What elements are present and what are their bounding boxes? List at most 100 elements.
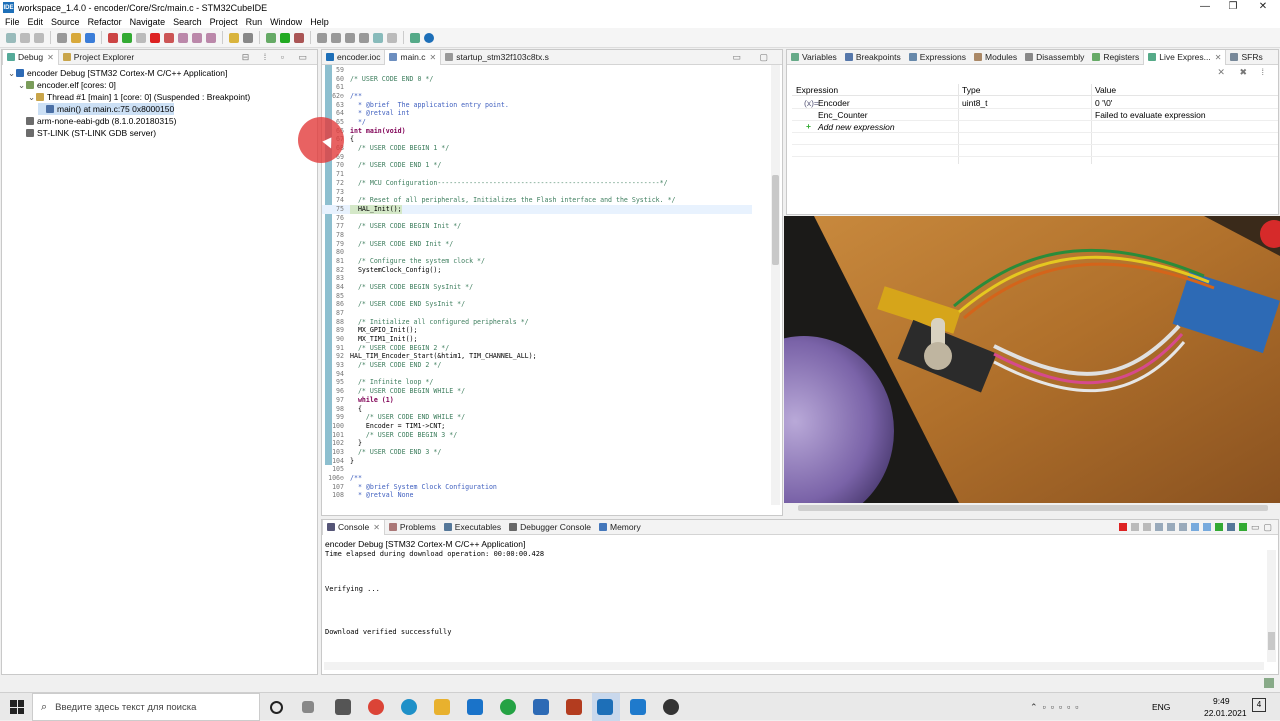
menu-search[interactable]: Search xyxy=(173,17,202,27)
word-wrap-icon[interactable] xyxy=(1178,523,1187,531)
code-line[interactable]: 64 * @retval int xyxy=(322,109,752,118)
tree-item[interactable]: ⌄ encoder.elf [cores: 0] xyxy=(18,79,116,91)
table-row[interactable]: Enc_Counter Failed to evaluate expressio… xyxy=(792,109,1278,121)
whatsapp-icon[interactable] xyxy=(500,699,516,715)
code-line[interactable]: 107 * @brief System Clock Configuration xyxy=(322,483,752,492)
close-button[interactable]: ✕ xyxy=(1248,0,1278,15)
new-icon[interactable] xyxy=(6,32,16,43)
tab-memory[interactable]: Memory xyxy=(595,520,645,535)
column-expression[interactable]: Expression xyxy=(796,85,838,95)
code-line[interactable]: 105 xyxy=(322,465,752,474)
code-line[interactable]: 94 xyxy=(322,370,752,379)
code-line[interactable]: 99 /* USER CODE END WHILE */ xyxy=(322,413,752,422)
tab-variables[interactable]: Variables xyxy=(787,50,841,65)
menu-source[interactable]: Source xyxy=(51,17,80,27)
forward-icon[interactable] xyxy=(387,32,397,43)
step-over-icon[interactable] xyxy=(192,32,202,43)
code-line[interactable]: 59 xyxy=(322,66,752,75)
terminate-icon[interactable] xyxy=(150,32,160,43)
code-line[interactable]: 67{ xyxy=(322,135,752,144)
chrome-icon[interactable] xyxy=(368,699,384,715)
code-line[interactable]: 92 HAL_TIM_Encoder_Start(&htim1, TIM_CHAN… xyxy=(322,352,752,361)
code-line[interactable]: 63 * @brief The application entry point. xyxy=(322,101,752,110)
code-line[interactable]: 69 xyxy=(322,153,752,162)
cubemx-icon[interactable] xyxy=(533,699,549,715)
code-line[interactable]: 90 MX_TIM1_Init(); xyxy=(322,335,752,344)
menu-run[interactable]: Run xyxy=(246,17,263,27)
store-icon[interactable] xyxy=(335,699,351,715)
pin-editor-icon[interactable] xyxy=(410,32,420,43)
tab-breakpoints[interactable]: Breakpoints xyxy=(841,50,905,65)
tree-item[interactable]: ⌄ encoder Debug [STM32 Cortex-M C/C++ App… xyxy=(8,67,227,79)
code-line[interactable]: 103 /* USER CODE END 3 */ xyxy=(322,448,752,457)
external-tools-icon[interactable] xyxy=(294,32,304,43)
expand-icon[interactable]: ⌄ xyxy=(8,68,16,79)
code-line[interactable]: 85 xyxy=(322,292,752,301)
menu-edit[interactable]: Edit xyxy=(28,17,44,27)
menu-refactor[interactable]: Refactor xyxy=(88,17,122,27)
code-line[interactable]: 93 /* USER CODE END 2 */ xyxy=(322,361,752,370)
code-line[interactable]: 75 HAL_Init(); xyxy=(322,204,752,214)
expressions-hscrollbar[interactable] xyxy=(792,503,1278,513)
language-indicator[interactable]: ENG xyxy=(1152,702,1170,712)
edge-icon[interactable] xyxy=(401,699,417,715)
editor-scrollbar[interactable] xyxy=(771,65,780,505)
console-output[interactable]: Time elapsed during download operation: … xyxy=(322,550,1262,660)
menu-help[interactable]: Help xyxy=(310,17,329,27)
code-line[interactable]: 74 /* Reset of all peripherals, Initiali… xyxy=(322,196,752,205)
code-line[interactable]: 101 /* USER CODE BEGIN 3 */ xyxy=(322,431,752,440)
close-icon[interactable]: ✕ xyxy=(1215,53,1222,62)
display-console-icon[interactable] xyxy=(1226,523,1235,531)
code-line[interactable]: 80 xyxy=(322,248,752,257)
tab-main-c[interactable]: main.c ✕ xyxy=(384,49,442,65)
tab-sfrs[interactable]: SFRs xyxy=(1226,50,1266,65)
code-line[interactable]: 73 xyxy=(322,188,752,197)
build-icon[interactable] xyxy=(71,32,81,43)
add-expression-row[interactable]: + Add new expression xyxy=(792,121,1278,133)
close-icon[interactable]: ✕ xyxy=(47,53,54,62)
mail-icon[interactable] xyxy=(467,699,483,715)
tree-item[interactable]: ⌄ Thread #1 [main] 1 [core: 0] (Suspended… xyxy=(28,91,250,103)
code-line[interactable]: 62⊖ /** xyxy=(322,92,752,101)
tab-debug[interactable]: Debug ✕ xyxy=(2,49,59,65)
tab-expressions[interactable]: Expressions xyxy=(905,50,970,65)
save-all-icon[interactable] xyxy=(34,32,44,43)
code-line[interactable]: 76 xyxy=(322,214,752,223)
close-icon[interactable]: ✕ xyxy=(373,523,380,532)
tab-project-explorer[interactable]: Project Explorer xyxy=(59,50,138,65)
tray-icons[interactable]: ⌃▫▫▫▫▫ xyxy=(1030,702,1084,713)
app-icon[interactable] xyxy=(566,699,582,715)
info-icon[interactable] xyxy=(424,32,434,43)
minimize-button[interactable]: — xyxy=(1190,0,1220,15)
console-scrollbar[interactable] xyxy=(1267,550,1276,662)
code-line[interactable]: 79 /* USER CODE END Init */ xyxy=(322,240,752,249)
code-line[interactable]: 104} xyxy=(322,457,752,466)
scroll-lock-icon[interactable] xyxy=(1166,523,1175,531)
tab-problems[interactable]: Problems xyxy=(385,520,440,535)
tab-registers[interactable]: Registers xyxy=(1088,50,1143,65)
show-on-error-icon[interactable] xyxy=(1202,523,1211,531)
code-line[interactable]: 61 xyxy=(322,83,752,92)
menu-project[interactable]: Project xyxy=(210,17,238,27)
save-icon[interactable] xyxy=(20,32,30,43)
notification-icon[interactable]: 4 xyxy=(1252,698,1266,712)
annotation-next-icon[interactable] xyxy=(359,32,369,43)
tree-item[interactable]: arm-none-eabi-gdb (8.1.0.20180315) xyxy=(18,115,176,127)
clear-console-icon[interactable] xyxy=(1154,523,1163,531)
menu-navigate[interactable]: Navigate xyxy=(130,17,166,27)
instruction-step-icon[interactable] xyxy=(229,32,239,43)
maximize-view-icon[interactable]: ▢ xyxy=(1263,522,1272,533)
code-line[interactable]: 97 while (1) xyxy=(322,396,752,405)
code-line[interactable]: 108 * @retval None xyxy=(322,491,752,500)
code-line[interactable]: 82 SystemClock_Config(); xyxy=(322,266,752,275)
tab-modules[interactable]: Modules xyxy=(970,50,1021,65)
menu-window[interactable]: Window xyxy=(270,17,302,27)
windows-start-icon[interactable] xyxy=(10,700,24,714)
back-icon[interactable] xyxy=(373,32,383,43)
disconnect-icon[interactable] xyxy=(164,32,174,43)
task-view-icon[interactable] xyxy=(302,701,314,713)
tree-item[interactable]: ST-LINK (ST-LINK GDB server) xyxy=(18,127,156,139)
editor-view-controls[interactable]: ▭ ▢ xyxy=(732,52,782,63)
open-type-icon[interactable] xyxy=(317,32,327,43)
code-area[interactable]: 59 60/* USER CODE END 0 */61 62⊖/** 63 * @b… xyxy=(322,65,782,505)
